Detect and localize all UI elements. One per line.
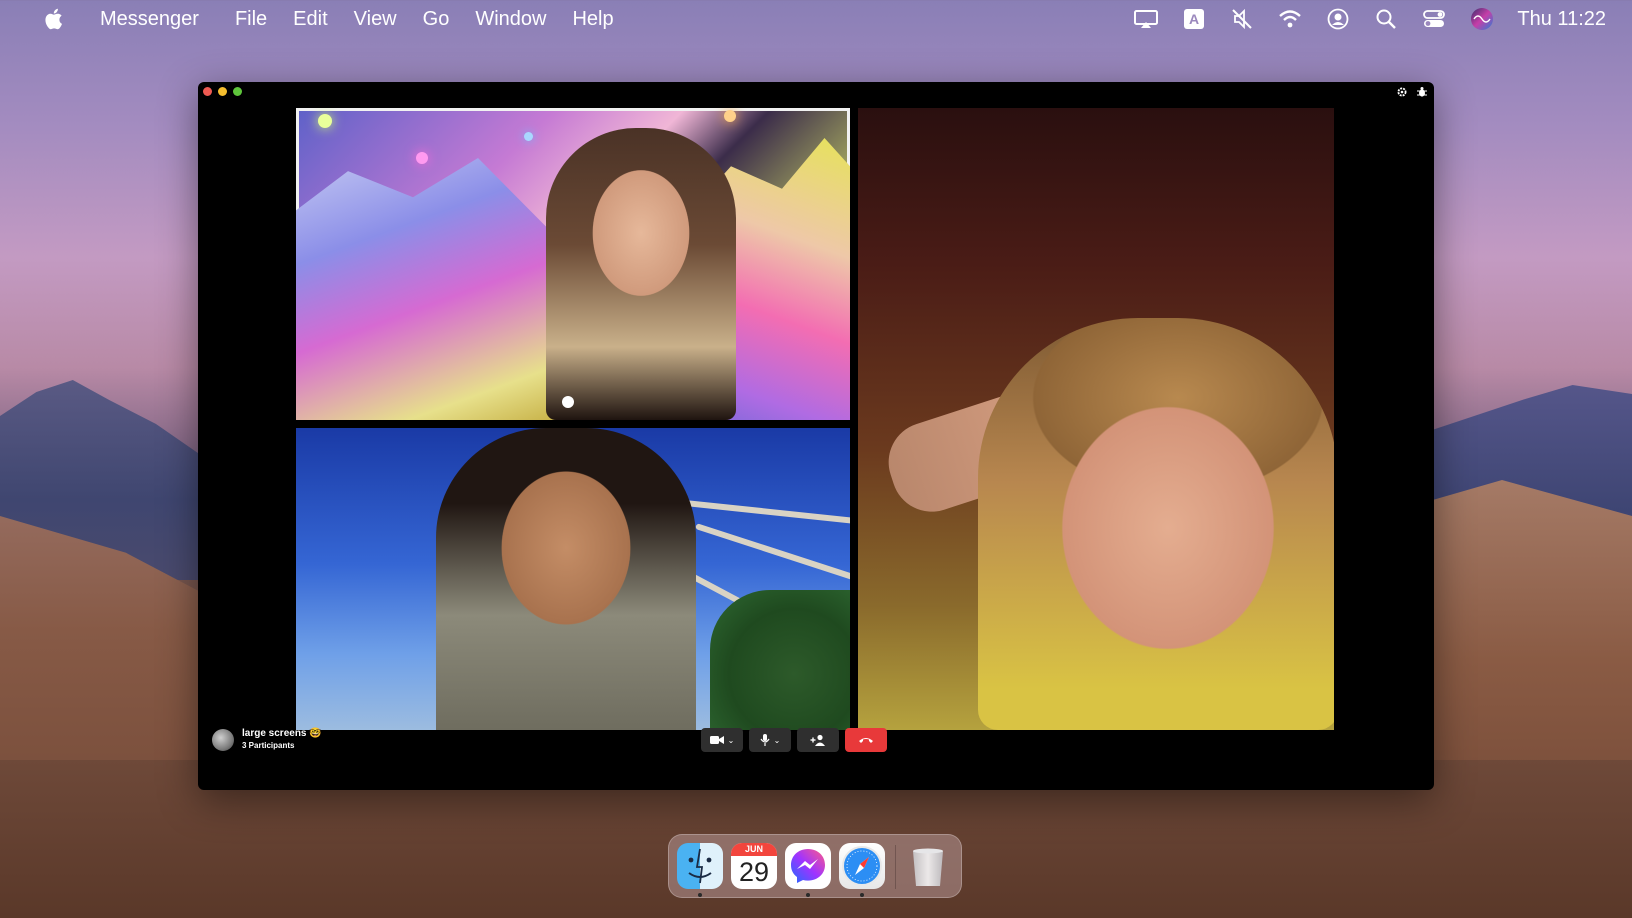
running-indicator xyxy=(860,893,864,897)
virtual-background-mountains-left xyxy=(296,158,556,420)
call-info[interactable]: large screens 🤓 3 Participants xyxy=(212,728,322,751)
microphone-icon xyxy=(760,734,770,746)
calendar-month: JUN xyxy=(731,843,777,856)
input-source-icon[interactable]: A xyxy=(1181,7,1207,31)
menu-help[interactable]: Help xyxy=(572,8,613,31)
window-tools xyxy=(1396,86,1428,98)
video-toggle-button[interactable]: ⌄ xyxy=(701,728,743,752)
settings-gear-icon[interactable] xyxy=(1396,86,1408,98)
background-light xyxy=(318,114,332,128)
messenger-call-window: large screens 🤓 3 Participants ⌄ ⌄ xyxy=(198,82,1434,790)
call-controls: ⌄ ⌄ xyxy=(701,728,887,752)
dock-separator xyxy=(895,845,896,889)
palm-trunk xyxy=(695,523,850,591)
control-center-icon[interactable] xyxy=(1421,7,1447,31)
zoom-window-button[interactable] xyxy=(233,87,242,96)
background-light xyxy=(724,110,736,122)
bug-report-icon[interactable] xyxy=(1416,86,1428,98)
menu-go[interactable]: Go xyxy=(423,8,450,31)
menu-app-name[interactable]: Messenger xyxy=(100,8,199,31)
end-call-button[interactable] xyxy=(845,728,887,752)
wifi-icon[interactable] xyxy=(1277,7,1303,31)
spotlight-icon[interactable] xyxy=(1373,7,1399,31)
participant-video-tile-2[interactable] xyxy=(296,428,850,730)
apple-icon[interactable] xyxy=(42,7,64,31)
add-participant-button[interactable] xyxy=(797,728,839,752)
group-avatar xyxy=(212,728,234,751)
chevron-down-icon[interactable]: ⌄ xyxy=(728,736,735,745)
participant-video-feed xyxy=(546,128,736,420)
menu-file[interactable]: File xyxy=(235,8,267,31)
participant-video-tile-3[interactable] xyxy=(858,108,1334,730)
calendar-day: 29 xyxy=(738,857,770,887)
call-title: large screens 🤓 xyxy=(242,728,322,739)
video-camera-icon xyxy=(709,736,724,744)
siri-icon[interactable] xyxy=(1469,7,1495,31)
menu-edit[interactable]: Edit xyxy=(293,8,327,31)
dock-messenger-icon[interactable] xyxy=(785,843,831,889)
chevron-down-icon[interactable]: ⌄ xyxy=(774,736,781,745)
dock-trash-icon[interactable] xyxy=(905,843,951,889)
microphone-toggle-button[interactable]: ⌄ xyxy=(749,728,791,752)
participant-video-feed xyxy=(978,318,1334,730)
menubar-clock[interactable]: Thu 11:22 xyxy=(1517,8,1606,31)
dock-safari-icon[interactable] xyxy=(839,843,885,889)
background-light xyxy=(524,132,533,141)
menubar: Messenger File Edit View Go Window Help … xyxy=(0,0,1632,38)
background-light xyxy=(416,152,428,164)
window-controls xyxy=(203,87,242,96)
running-indicator xyxy=(806,893,810,897)
participant-video-tile-1[interactable] xyxy=(296,108,850,420)
participant-video-feed xyxy=(436,428,696,730)
user-icon[interactable] xyxy=(1325,7,1351,31)
participant-count: 3 Participants xyxy=(242,741,295,750)
minimize-window-button[interactable] xyxy=(218,87,227,96)
mute-icon[interactable] xyxy=(1229,7,1255,31)
status-area: A Thu 11:22 xyxy=(1111,0,1606,38)
virtual-background-trees xyxy=(710,590,850,730)
menu-window[interactable]: Window xyxy=(475,8,546,31)
add-person-icon xyxy=(810,734,825,746)
dock: JUN 29 xyxy=(668,834,962,898)
close-window-button[interactable] xyxy=(203,87,212,96)
airplay-icon[interactable] xyxy=(1133,7,1159,31)
dock-calendar-icon[interactable]: JUN 29 xyxy=(731,843,777,889)
end-call-icon xyxy=(859,738,873,743)
svg-text:A: A xyxy=(1189,11,1199,27)
reaction-emoji-icon xyxy=(562,396,574,408)
menu-view[interactable]: View xyxy=(354,8,397,31)
dock-finder-icon[interactable] xyxy=(677,843,723,889)
running-indicator xyxy=(698,893,702,897)
